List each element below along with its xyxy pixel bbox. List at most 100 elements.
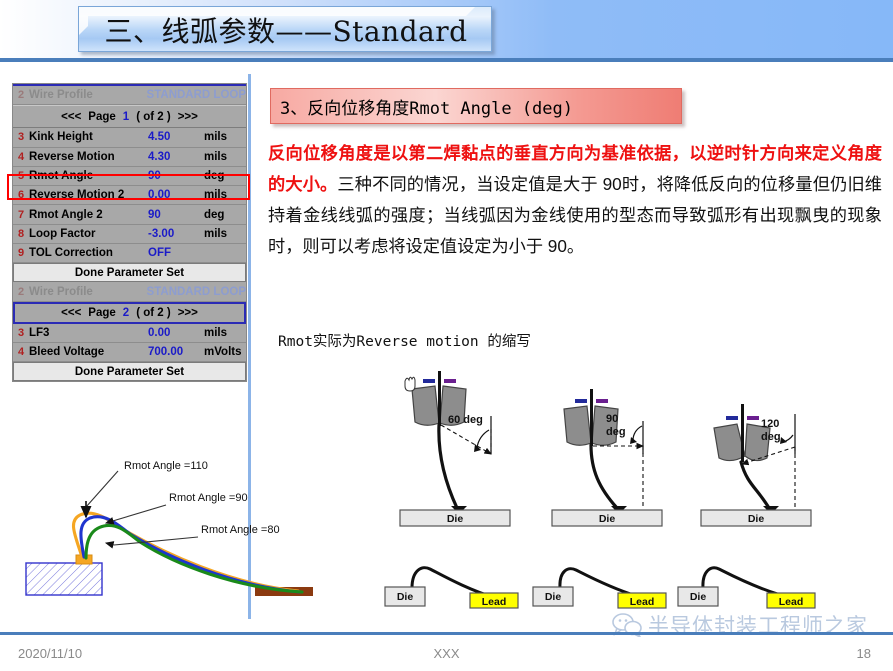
row-num: 3 — [17, 131, 25, 144]
row-num: 7 — [17, 208, 25, 221]
row-value[interactable]: 700.00 — [148, 346, 204, 358]
pager-page1[interactable]: <<< Page 1 ( of 2 ) >>> — [13, 105, 246, 129]
row-num: 4 — [17, 150, 25, 163]
pager-of: ( of 2 ) — [136, 306, 171, 319]
table-row[interactable]: 4 Reverse Motion 4.30 mils — [13, 147, 246, 167]
pager-label: Page — [88, 110, 116, 123]
svg-text:deg: deg — [761, 431, 781, 443]
row-name: Rmot Angle — [29, 170, 94, 183]
table-row-rmot-angle[interactable]: 5 Rmot Angle 90 deg — [13, 166, 246, 187]
row-unit: mils — [204, 150, 228, 163]
section-banner: 3、反向位移角度Rmot Angle (deg) — [270, 88, 682, 124]
watermark-text: 半导体封装工程师之家 — [648, 615, 868, 638]
wire-profile-parameter-panel[interactable]: 2 Wire Profile STANDARD LOOP <<< Page 1 … — [12, 83, 247, 383]
table-row[interactable]: 4 Bleed Voltage 700.00 mVolts — [13, 342, 246, 363]
lead-label: Lead — [630, 596, 655, 608]
lead-label: Lead — [779, 596, 804, 608]
svg-text:deg: deg — [606, 426, 626, 438]
row-value[interactable]: 90 — [148, 170, 204, 182]
die-label: Die — [748, 513, 765, 525]
table-row[interactable]: 7 Rmot Angle 2 90 deg — [13, 205, 246, 225]
svg-text:120: 120 — [761, 418, 779, 430]
die-lead-diagrams-svg: Die Lead Die Lead Die Lead — [384, 566, 816, 609]
row-value[interactable]: OFF — [148, 247, 204, 259]
callout-label-90: Rmot Angle =90 — [169, 492, 248, 504]
done-parameter-set-button-1[interactable]: Done Parameter Set — [13, 263, 246, 283]
panel-header-row-page2: 2 Wire Profile STANDARD LOOP — [13, 282, 246, 302]
row-name: Reverse Motion 2 — [29, 189, 125, 202]
slide-title-plaque: 三、线弧参数——Standard — [78, 6, 492, 52]
pager-next[interactable]: >>> — [178, 111, 198, 123]
done-parameter-set-button-2[interactable]: Done Parameter Set — [13, 362, 246, 382]
body-note: Rmot实际为Reverse motion 的缩写 — [278, 334, 531, 350]
tool-angle-diagrams: 60 deg Die 90 deg Die 120 deg Die — [395, 368, 885, 533]
die-lead-pair-2: Die Lead — [532, 567, 667, 609]
table-row[interactable]: 3 LF3 0.00 mils — [13, 323, 246, 343]
header-rule-highlight — [0, 62, 893, 63]
die-label: Die — [690, 591, 707, 603]
row-unit: deg — [204, 170, 225, 183]
row-value[interactable]: 0.00 — [148, 189, 204, 201]
panel-header-row-page1: 2 Wire Profile STANDARD LOOP — [13, 86, 246, 106]
die-lead-pair-3: Die Lead — [677, 566, 816, 609]
row-name: Rmot Angle 2 — [29, 208, 103, 221]
callout-label-110: Rmot Angle =110 — [124, 460, 208, 472]
die-label: Die — [397, 591, 414, 603]
row-num: 6 — [17, 189, 25, 202]
pager-label: Page — [88, 306, 116, 319]
slide-root: 三、线弧参数——Standard 2 Wire Profile STANDARD… — [0, 0, 893, 671]
header-num: 2 — [17, 89, 25, 102]
row-name: LF3 — [29, 326, 50, 339]
row-value[interactable]: 0.00 — [148, 327, 204, 339]
footer-center-text: XXX — [433, 646, 460, 661]
row-num: 4 — [17, 346, 25, 359]
loop-comparison-svg: Rmot Angle =110 Rmot Angle =90 Rmot Angl… — [25, 460, 313, 596]
die-label: Die — [599, 513, 616, 525]
row-unit: mils — [204, 326, 228, 339]
row-num: 3 — [17, 326, 25, 339]
watermark: 半导体封装工程师之家 — [612, 610, 868, 640]
body-paragraph: 反向位移角度是以第二焊黏点的垂直方向为基准依据，以逆时针方向来定义角度的大小。三… — [268, 138, 882, 262]
callout-label-80: Rmot Angle =80 — [201, 524, 280, 536]
row-unit: deg — [204, 208, 225, 221]
page-title: 三、线弧参数——Standard — [104, 15, 468, 48]
tool-diagram-90: 90 deg 90 deg Die — [551, 389, 663, 527]
table-row[interactable]: 3 Kink Height 4.50 mils — [13, 128, 246, 148]
die-label: Die — [545, 591, 562, 603]
die-label: Die — [447, 513, 464, 525]
header-num: 2 — [17, 285, 25, 298]
header-value: STANDARD LOOP — [146, 89, 246, 102]
row-num: 5 — [17, 170, 25, 183]
row-name: Bleed Voltage — [29, 346, 105, 359]
pager-prev[interactable]: <<< — [61, 307, 81, 319]
row-name: Kink Height — [29, 131, 93, 144]
pager-of: ( of 2 ) — [136, 110, 171, 123]
table-row[interactable]: 9 TOL Correction OFF — [13, 244, 246, 264]
row-value[interactable]: 90 — [148, 209, 204, 221]
pager-prev[interactable]: <<< — [61, 111, 81, 123]
row-unit: mils — [204, 189, 228, 202]
row-num: 9 — [17, 247, 25, 260]
row-unit: mVolts — [204, 346, 242, 359]
loop-comparison-diagram: Rmot Angle =110 Rmot Angle =90 Rmot Angl… — [14, 445, 354, 620]
tool-angle-diagrams-svg: 60 deg Die 90 deg Die 120 deg Die — [399, 371, 812, 527]
table-row[interactable]: 8 Loop Factor -3.00 mils — [13, 224, 246, 245]
row-value[interactable]: 4.30 — [148, 151, 204, 163]
body-paragraph-black: 三种不同的情况，当设定值是大于 90时，将降低反向的位移量但仍旧维持着金线线弧的… — [268, 174, 882, 256]
row-value[interactable]: 4.50 — [148, 131, 204, 143]
pager-current: 2 — [122, 306, 130, 319]
row-value[interactable]: -3.00 — [148, 228, 204, 240]
section-banner-label: 3、反向位移角度Rmot Angle (deg) — [280, 98, 573, 119]
header-name: Wire Profile — [29, 285, 93, 298]
tool-diagram-60: 60 deg Die — [399, 371, 511, 527]
pager-page2[interactable]: <<< Page 2 ( of 2 ) >>> — [13, 301, 246, 324]
header-value: STANDARD LOOP — [146, 285, 246, 298]
lead-label: Lead — [482, 596, 507, 608]
die-lead-diagrams: Die Lead Die Lead Die Lead — [378, 552, 878, 614]
pager-current: 1 — [122, 110, 130, 123]
row-num: 8 — [17, 227, 25, 240]
pager-next[interactable]: >>> — [178, 307, 198, 319]
row-name: Reverse Motion — [29, 150, 115, 163]
die-lead-pair-1: Die Lead — [384, 566, 519, 609]
table-row[interactable]: 6 Reverse Motion 2 0.00 mils — [13, 186, 246, 206]
